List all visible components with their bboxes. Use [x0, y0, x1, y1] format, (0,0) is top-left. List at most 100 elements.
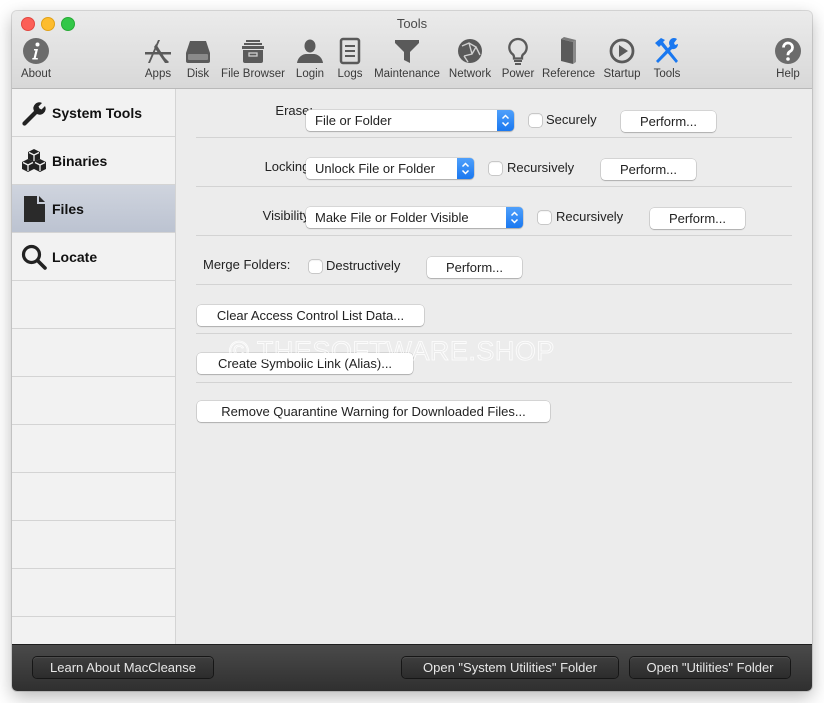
toolbar-file-browser-label: File Browser — [221, 68, 285, 80]
remove-quarantine-button[interactable]: Remove Quarantine Warning for Downloaded… — [197, 401, 550, 422]
sidebar-empty-row — [12, 425, 175, 473]
sidebar-item-label: System Tools — [52, 104, 142, 121]
toolbar-power-label: Power — [501, 68, 535, 80]
watermark-text: © THESOFTWARE.SHOP — [229, 336, 555, 367]
toolbar-startup[interactable]: Startup — [602, 35, 642, 85]
popup-stepper — [497, 110, 514, 131]
title-bar: Tools About Apps Disk File Browser Login… — [12, 11, 812, 89]
user-icon — [297, 39, 323, 63]
sidebar-item-label: Locate — [52, 248, 98, 265]
wrench-icon — [22, 101, 46, 126]
play-circle-icon — [609, 38, 635, 64]
toolbar-reference[interactable]: Reference — [542, 35, 596, 85]
open-utilities-button[interactable]: Open "Utilities" Folder — [630, 657, 790, 678]
toolbar-tools[interactable]: Tools — [651, 35, 683, 85]
toolbar-apps[interactable]: Apps — [142, 35, 174, 85]
visibility-label: Visibility: — [262, 208, 313, 223]
locking-recursively-checkbox[interactable] — [489, 162, 502, 175]
document-list-icon — [339, 37, 361, 65]
sidebar-empty-row — [12, 569, 175, 617]
question-icon — [775, 38, 801, 64]
visibility-popup-value: Make File or Folder Visible — [315, 210, 469, 225]
toolbar-maintenance-label: Maintenance — [374, 68, 440, 80]
toolbar-network[interactable]: Network — [448, 35, 492, 85]
file-cabinet-icon — [242, 40, 264, 63]
securely-checkbox-label: Securely — [546, 112, 597, 127]
up-down-chevron-icon — [510, 211, 519, 224]
visibility-row: Visibility: Make File or Folder Visible … — [196, 187, 792, 236]
toolbar-startup-label: Startup — [603, 68, 641, 80]
toolbar-maintenance[interactable]: Maintenance — [373, 35, 441, 85]
locking-recursively-label: Recursively — [507, 160, 575, 175]
sidebar-empty-row — [12, 377, 175, 425]
sidebar-item-files[interactable]: Files — [12, 185, 175, 233]
toolbar-power[interactable]: Power — [501, 35, 535, 85]
locking-label: Locking: — [264, 159, 313, 174]
popup-stepper — [506, 207, 523, 228]
info-icon — [23, 38, 49, 64]
file-icon — [24, 195, 45, 222]
toolbar-disk[interactable]: Disk — [182, 35, 214, 85]
footer-bar: Learn About MacCleanse Open "System Util… — [12, 644, 812, 691]
toolbar-file-browser[interactable]: File Browser — [220, 35, 286, 85]
up-down-chevron-icon — [461, 162, 470, 175]
destructively-checkbox[interactable] — [309, 260, 322, 273]
cubes-icon — [22, 148, 46, 172]
merge-folders-row: Merge Folders: Destructively Perform... — [196, 236, 792, 285]
magnifier-icon — [21, 244, 47, 270]
merge-folders-label: Merge Folders: — [203, 257, 291, 272]
toolbar-network-label: Network — [448, 68, 492, 80]
erase-perform-button[interactable]: Perform... — [621, 111, 716, 132]
globe-network-icon — [458, 39, 482, 63]
toolbar-tools-label: Tools — [653, 68, 681, 80]
toolbar-reference-label: Reference — [542, 68, 596, 80]
sidebar: System Tools Binaries Files Locate — [12, 89, 176, 644]
toolbar-logs[interactable]: Logs — [334, 35, 366, 85]
visibility-recursively-checkbox[interactable] — [538, 211, 551, 224]
book-icon — [561, 37, 576, 64]
toolbar-help-label: Help — [776, 68, 800, 80]
locking-popup[interactable]: Unlock File or Folder — [306, 158, 474, 179]
clear-acl-row: Clear Access Control List Data... — [196, 285, 792, 334]
toolbar-about-label: About — [20, 68, 52, 80]
locking-row: Locking: Unlock File or Folder Recursive… — [196, 138, 792, 187]
up-down-chevron-icon — [501, 114, 510, 127]
toolbar-logs-label: Logs — [337, 68, 363, 80]
quarantine-row: Remove Quarantine Warning for Downloaded… — [196, 383, 792, 431]
clear-acl-button[interactable]: Clear Access Control List Data... — [197, 305, 424, 326]
hammer-wrench-icon — [655, 37, 679, 63]
erase-popup-value: File or Folder — [315, 113, 392, 128]
destructively-label: Destructively — [326, 258, 401, 273]
erase-popup[interactable]: File or Folder — [306, 110, 514, 131]
toolbar-login-label: Login — [295, 68, 325, 80]
toolbar-login[interactable]: Login — [294, 35, 326, 85]
sidebar-item-binaries[interactable]: Binaries — [12, 137, 175, 185]
sidebar-empty-row — [12, 473, 175, 521]
merge-perform-button[interactable]: Perform... — [427, 257, 522, 278]
lightbulb-icon — [508, 37, 528, 65]
sidebar-item-system-tools[interactable]: System Tools — [12, 89, 175, 137]
learn-about-button[interactable]: Learn About MacCleanse — [33, 657, 213, 678]
open-system-utilities-button[interactable]: Open "System Utilities" Folder — [402, 657, 618, 678]
apps-icon — [145, 40, 171, 63]
erase-row: Erase: File or Folder Securely Perform..… — [196, 89, 792, 138]
visibility-perform-button[interactable]: Perform... — [650, 208, 745, 229]
sidebar-empty-row — [12, 329, 175, 377]
toolbar-help[interactable]: Help — [772, 35, 804, 85]
toolbar-disk-label: Disk — [186, 68, 210, 80]
funnel-icon — [395, 40, 419, 63]
visibility-recursively-label: Recursively — [556, 209, 624, 224]
disk-icon — [186, 41, 210, 63]
popup-stepper — [457, 158, 474, 179]
sidebar-item-label: Files — [52, 200, 84, 217]
securely-checkbox[interactable] — [529, 114, 542, 127]
erase-label: Erase: — [275, 103, 313, 118]
sidebar-empty-row — [12, 281, 175, 329]
sidebar-item-locate[interactable]: Locate — [12, 233, 175, 281]
locking-perform-button[interactable]: Perform... — [601, 159, 696, 180]
sidebar-item-label: Binaries — [52, 152, 108, 169]
sidebar-empty-row — [12, 521, 175, 569]
window-title: Tools — [396, 16, 428, 31]
toolbar-about[interactable]: About — [20, 35, 52, 85]
visibility-popup[interactable]: Make File or Folder Visible — [306, 207, 523, 228]
